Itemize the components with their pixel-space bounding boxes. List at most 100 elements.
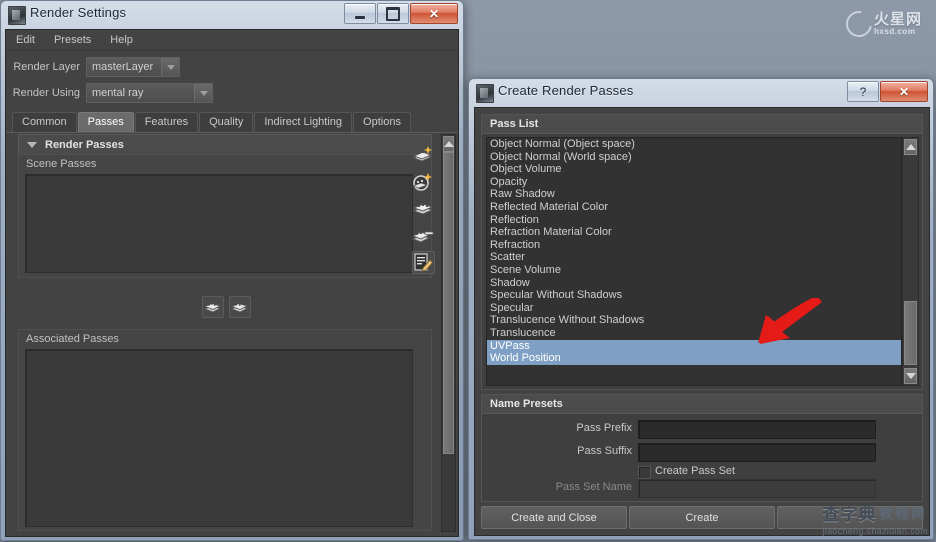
pass-suffix-label: Pass Suffix [577, 445, 632, 457]
passes-tab-content: Render Passes Scene Passes Associated Pa… [14, 134, 438, 531]
pass-list-item[interactable]: Shadow [487, 277, 901, 290]
pass-list-item[interactable]: Object Volume [487, 163, 901, 176]
watermark-chazidian-url: jiaocheng.chazidian.com [822, 526, 928, 536]
close-button[interactable]: ✕ [410, 3, 458, 24]
create-pass-set-label: Create Pass Set [655, 465, 736, 477]
chevron-down-icon[interactable] [27, 141, 37, 148]
pass-list-item[interactable]: Scene Volume [487, 264, 901, 277]
maya-app-icon [476, 84, 494, 103]
swoosh-icon [840, 5, 878, 43]
pass-list-item[interactable]: World Position [487, 352, 901, 365]
render-settings-menubar[interactable]: Edit Presets Help [6, 30, 458, 51]
watermark-chazidian: 查字典 教程网 jiaocheng.chazidian.com [823, 500, 928, 536]
minimize-button[interactable] [344, 3, 376, 24]
create-pass-set-checkbox[interactable] [638, 466, 651, 479]
watermark-hxsd-brand: 火星网 [874, 11, 923, 28]
menu-edit[interactable]: Edit [14, 32, 44, 48]
pass-list-item[interactable]: Opacity [487, 176, 901, 189]
duplicate-pass-icon[interactable] [411, 197, 435, 221]
pass-list-item[interactable]: Specular [487, 302, 901, 315]
render-layer-dropdown[interactable]: masterLayer [86, 57, 180, 77]
pass-list-item[interactable]: UVPass [487, 339, 901, 353]
pass-list-item[interactable]: Reflection [487, 214, 901, 227]
create-new-pass-icon[interactable] [411, 143, 435, 167]
menu-presets[interactable]: Presets [52, 32, 100, 48]
pass-list-group-title: Pass List [482, 115, 922, 134]
close-icon: ✕ [898, 84, 910, 99]
create-render-passes-caption-buttons[interactable]: ? ✕ [846, 81, 928, 102]
render-layer-label: Render Layer [13, 61, 80, 73]
pass-list-item[interactable]: Scatter [487, 251, 901, 264]
pass-list-item[interactable]: Reflected Material Color [487, 201, 901, 214]
render-using-label: Render Using [12, 87, 80, 99]
render-using-value: mental ray [92, 87, 144, 99]
create-render-passes-titlebar[interactable]: Create Render Passes ? ✕ [468, 78, 934, 107]
pass-list-item[interactable]: Object Normal (World space) [487, 151, 901, 164]
help-button[interactable]: ? [847, 81, 879, 102]
render-passes-section-header[interactable]: Render Passes [18, 134, 432, 155]
tab-options[interactable]: Options [353, 112, 411, 132]
watermark-hxsd-domain: hxsd.com [874, 27, 916, 36]
pass-list-item[interactable]: Specular Without Shadows [487, 289, 901, 302]
pass-list-item[interactable]: Refraction [487, 239, 901, 252]
create-new-pass-contribution-map-icon[interactable] [411, 170, 435, 194]
associate-pass-icon[interactable] [202, 296, 224, 318]
name-presets-group-title: Name Presets [482, 395, 922, 414]
pass-set-name-input[interactable] [638, 479, 876, 498]
pass-list-scrollbar[interactable] [902, 137, 919, 386]
tab-passes[interactable]: Passes [77, 112, 134, 132]
associated-passes-list[interactable] [25, 349, 413, 527]
tab-common[interactable]: Common [12, 112, 77, 132]
watermark-hxsd: 火星网 hxsd.com [840, 5, 930, 43]
pass-list-item[interactable]: Object Normal (Object space) [487, 138, 901, 151]
maximize-button[interactable] [377, 3, 409, 24]
render-using-row: Render Using mental ray [6, 82, 458, 104]
render-settings-titlebar[interactable]: Render Settings ✕ [0, 0, 464, 29]
pass-list-item[interactable]: Refraction Material Color [487, 226, 901, 239]
tab-features[interactable]: Features [134, 112, 199, 132]
red-arrow-annotation [758, 298, 822, 344]
create-render-passes-window[interactable]: Create Render Passes ? ✕ Pass List Objec… [468, 78, 934, 540]
pass-list-item[interactable]: Translucence Without Shadows [487, 314, 901, 327]
create-render-passes-title: Create Render Passes [498, 83, 634, 98]
disassociate-pass-icon[interactable] [229, 296, 251, 318]
pass-list-item[interactable]: Translucence [487, 327, 901, 340]
chevron-down-icon[interactable] [194, 84, 212, 102]
pass-list[interactable]: Object Normal (Object space) Object Norma… [486, 137, 902, 386]
scrollbar-thumb[interactable] [904, 301, 917, 365]
render-using-dropdown[interactable]: mental ray [86, 83, 213, 103]
scroll-up-button[interactable] [443, 136, 454, 152]
tab-quality[interactable]: Quality [199, 112, 254, 132]
render-settings-body: Edit Presets Help Render Layer masterLay… [5, 29, 459, 537]
menu-help[interactable]: Help [108, 32, 142, 48]
close-button[interactable]: ✕ [880, 81, 928, 102]
pass-prefix-label: Pass Prefix [576, 422, 632, 434]
watermark-chazidian-brand2: 教程网 [879, 506, 928, 521]
tab-indirect-lighting[interactable]: Indirect Lighting [254, 112, 353, 132]
create-and-close-button[interactable]: Create and Close [481, 506, 627, 529]
scroll-up-button[interactable] [904, 139, 917, 155]
render-settings-caption-buttons[interactable]: ✕ [343, 3, 458, 24]
render-passes-section-title: Render Passes [45, 138, 124, 151]
scroll-down-button[interactable] [904, 368, 917, 384]
pass-prefix-input[interactable] [638, 420, 876, 439]
chevron-down-icon[interactable] [161, 58, 179, 76]
pass-list-group: Pass List Object Normal (Object space) Ob… [481, 114, 923, 390]
question-mark-icon: ? [859, 84, 867, 99]
remove-pass-icon[interactable] [411, 224, 435, 248]
pass-list-item[interactable]: Raw Shadow [487, 188, 901, 201]
maya-app-icon [8, 6, 26, 25]
associated-passes-label: Associated Passes [26, 333, 119, 345]
render-settings-tabs[interactable]: Common Passes Features Quality Indirect … [6, 112, 458, 133]
create-button[interactable]: Create [629, 506, 775, 529]
scene-passes-list[interactable] [25, 174, 413, 273]
render-settings-window[interactable]: Render Settings ✕ Edit Presets Help Rend… [0, 0, 464, 541]
desktop-background: 火星网 hxsd.com Render Settings ✕ Edit Pres… [0, 0, 936, 542]
scene-passes-panel: Scene Passes [18, 154, 432, 278]
edit-pass-attributes-icon[interactable] [412, 251, 435, 274]
watermark-chazidian-brand1: 查字典 [822, 505, 877, 524]
name-presets-group: Name Presets Pass Prefix Pass Suffix Cre… [481, 394, 923, 502]
pass-suffix-input[interactable] [638, 443, 876, 462]
render-settings-scrollbar[interactable] [441, 134, 456, 532]
scrollbar-thumb[interactable] [443, 152, 454, 454]
